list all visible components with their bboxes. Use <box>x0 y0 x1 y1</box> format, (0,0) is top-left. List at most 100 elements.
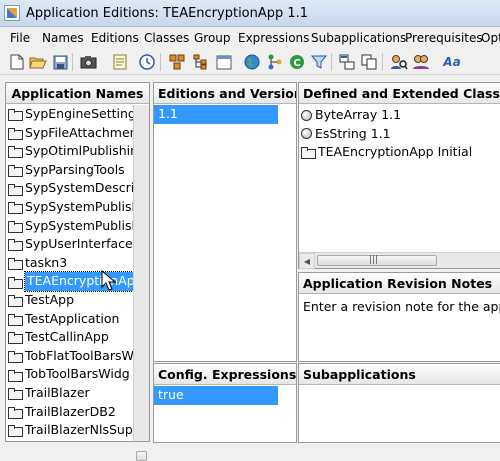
class-list-item[interactable]: TEAEncryptionApp Initial <box>299 143 500 162</box>
menu-classes[interactable]: Classes <box>144 31 189 45</box>
menu-names[interactable]: Names <box>42 31 84 45</box>
application-list-item[interactable]: SypSystemPublisl <box>6 198 133 217</box>
application-list-item[interactable]: TobToolBarsWidg <box>6 365 133 384</box>
edition-row[interactable]: 1.1 <box>154 105 278 124</box>
class-list-item[interactable]: ByteArray 1.1 <box>299 106 500 125</box>
application-name-label: taskn3 <box>25 254 68 270</box>
class-list-item[interactable]: EsString 1.1 <box>299 125 500 144</box>
application-name-label: SypEngineSettings <box>25 106 133 121</box>
application-list-item[interactable]: TrailBlazerPassiv <box>6 440 133 442</box>
application-list-item[interactable]: TrailBlazerNlsSup <box>6 421 133 440</box>
mouse-cursor-icon <box>101 270 117 291</box>
folder-icon <box>8 276 23 289</box>
config-expression-row[interactable]: true <box>154 386 278 405</box>
menu-bar: File Names Editions Classes Group Expres… <box>0 28 500 48</box>
application-list-item[interactable]: SypOtimlPublishing <box>6 142 133 161</box>
application-names-panel: Application Names SypEngineSettings SypFi… <box>5 82 150 461</box>
application-name-label: TrailBlazerPassiv <box>25 440 128 442</box>
menu-expressions[interactable]: Expressions <box>238 31 309 45</box>
menu-editions[interactable]: Editions <box>91 31 139 45</box>
folder-icon <box>8 351 23 364</box>
application-icon[interactable] <box>4 5 20 21</box>
people-icon[interactable] <box>412 53 430 71</box>
application-list-item[interactable]: SypUserInterface <box>6 235 133 254</box>
menu-prerequisites[interactable]: Prerequisites <box>405 31 483 45</box>
classes-header[interactable]: Defined and Extended Classes <box>299 83 500 104</box>
circle-icon <box>301 128 312 140</box>
camera-icon[interactable] <box>79 53 97 71</box>
window-icon[interactable] <box>215 53 233 71</box>
application-names-scrollbar[interactable] <box>133 105 149 461</box>
editions-header[interactable]: Editions and Versions <box>154 83 296 104</box>
application-name-label: SypSystemDescri <box>25 180 133 196</box>
application-list-item[interactable]: SypEngineSettings <box>6 105 133 124</box>
class-name-label: EsString 1.1 <box>315 125 391 141</box>
config-expressions-header[interactable]: Config. Expressions <box>154 364 296 385</box>
menu-file[interactable]: File <box>10 31 30 45</box>
subapplications-header[interactable]: Subapplications <box>299 364 500 385</box>
editions-panel: Editions and Versions 1.1 <box>153 82 297 362</box>
browser-icon[interactable] <box>338 53 356 71</box>
menu-subapplications[interactable]: Subapplications <box>311 31 406 45</box>
application-list-item[interactable]: TestCallinApp <box>6 328 133 347</box>
application-name-label: TestApplication <box>25 310 120 326</box>
application-list-item[interactable]: SypSystemDescri <box>6 179 133 198</box>
folder-icon <box>8 239 23 252</box>
application-list-item[interactable]: TobFlatToolBarsW <box>6 347 133 366</box>
class-name-label: ByteArray 1.1 <box>315 107 402 122</box>
application-name-label: TestCallinApp <box>25 329 109 345</box>
hierarchy-icon[interactable] <box>266 53 284 71</box>
tree-icon[interactable] <box>191 53 209 71</box>
folder-icon <box>8 146 23 159</box>
folder-icon <box>8 258 23 271</box>
application-list-item[interactable]: TrailBlazer <box>6 384 133 403</box>
grip-icon: ||| <box>369 255 379 265</box>
folder-icon <box>8 295 23 308</box>
people-search-icon[interactable] <box>390 53 408 71</box>
application-name-label: TobToolBarsWidg <box>25 366 130 382</box>
folder-icon <box>8 406 23 419</box>
open-folder-icon[interactable] <box>29 53 47 71</box>
folder-icon <box>8 332 23 345</box>
application-list-item[interactable]: TestApplication <box>6 310 133 329</box>
application-list-item[interactable]: TestApp <box>6 291 133 310</box>
blocks-icon[interactable] <box>168 53 186 71</box>
application-list-item[interactable]: SypSystemPublisl <box>6 217 133 236</box>
application-name-label: TobFlatToolBarsW <box>25 347 133 363</box>
application-list-item[interactable]: SypFileAttachment <box>6 124 133 143</box>
application-name-label: SypSystemPublisl <box>25 198 133 214</box>
application-name-label: SypOtimlPublishing <box>25 143 133 159</box>
classes-scrollbar[interactable]: ◀ ||| <box>299 252 500 269</box>
revision-notes-input[interactable]: Enter a revision note for the app <box>303 299 500 314</box>
filter-icon[interactable] <box>310 53 328 71</box>
svg-text:C: C <box>293 58 300 69</box>
application-name-label: TestApp <box>25 291 75 307</box>
clock-icon[interactable] <box>138 53 156 71</box>
scroll-left-icon[interactable]: ◀ <box>299 253 315 269</box>
save-icon[interactable] <box>51 53 69 71</box>
application-name-label: SypUserInterface <box>25 236 133 252</box>
application-name-label: TrailBlazerDB2 <box>25 403 116 419</box>
refresh-icon[interactable]: C <box>288 53 306 71</box>
application-list-item[interactable]: SypParsingTools <box>6 161 133 180</box>
application-list-item[interactable]: TrailBlazerDB2 <box>6 403 133 422</box>
revision-notes-header: Application Revision Notes <box>299 273 500 294</box>
folder-icon <box>8 109 23 122</box>
folder-icon <box>8 165 23 178</box>
folder-icon <box>8 183 23 196</box>
classes-panel: Defined and Extended Classes ByteArray 1… <box>298 82 500 269</box>
menu-options[interactable]: Opt <box>481 31 500 45</box>
globe-icon[interactable] <box>243 53 261 71</box>
copy-icon[interactable] <box>360 53 378 71</box>
notes-icon[interactable] <box>111 53 129 71</box>
application-names-header[interactable]: Application Names <box>6 83 149 104</box>
application-name-label: SypFileAttachment <box>25 124 133 140</box>
config-expressions-panel: Config. Expressions true <box>153 363 297 443</box>
new-icon[interactable] <box>8 53 26 71</box>
subapplications-list[interactable] <box>299 386 500 442</box>
folder-icon <box>8 313 23 326</box>
font-icon[interactable]: Aa <box>441 53 463 71</box>
classes-list[interactable]: ByteArray 1.1 EsString 1.1 TEAEncryptionAp… <box>299 106 500 252</box>
menu-group[interactable]: Group <box>194 31 231 45</box>
title-bar: Application Editions: TEAEncryptionApp 1… <box>0 0 500 27</box>
